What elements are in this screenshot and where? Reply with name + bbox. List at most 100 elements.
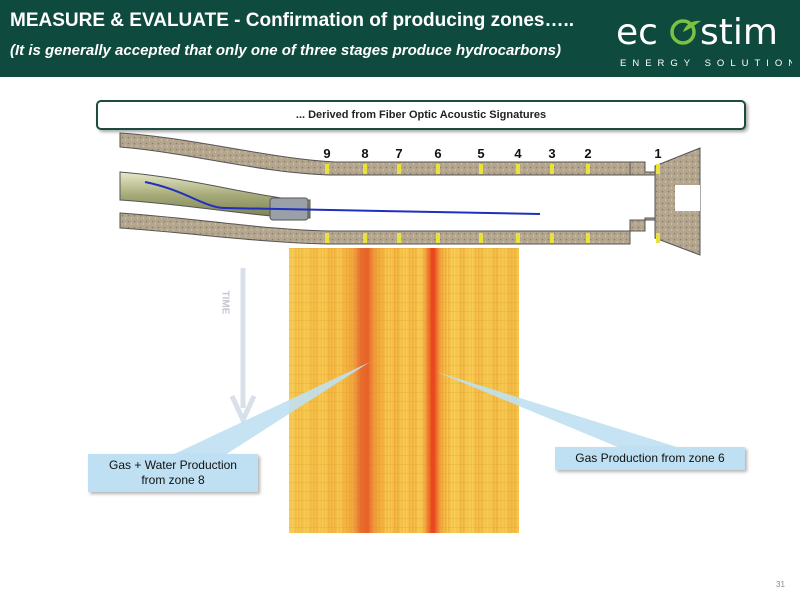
heatmap-band bbox=[289, 500, 519, 501]
zone-number-6: 6 bbox=[434, 146, 442, 161]
heatmap-band bbox=[289, 392, 519, 393]
heatmap-stripe bbox=[448, 248, 450, 533]
heatmap-stripe bbox=[310, 248, 312, 533]
heatmap-stripe bbox=[331, 248, 333, 533]
zone-number-3: 3 bbox=[548, 146, 556, 161]
zone-number-9: 9 bbox=[323, 146, 331, 161]
heatmap-band bbox=[289, 284, 519, 285]
heatmap-stripe bbox=[466, 248, 468, 533]
heatmap-stripe bbox=[298, 248, 300, 533]
heatmap-stripe bbox=[340, 248, 342, 533]
zone-marker-1-top bbox=[656, 164, 660, 174]
heatmap-stripe bbox=[499, 248, 501, 533]
heatmap-stripe bbox=[322, 248, 324, 533]
heatmap-stripe bbox=[319, 248, 321, 533]
heatmap-band bbox=[289, 257, 519, 258]
time-arrow-icon bbox=[229, 268, 257, 427]
heatmap-stripe bbox=[412, 248, 414, 533]
heatmap-stripe bbox=[415, 248, 417, 533]
zone-marker-6-bottom bbox=[436, 233, 440, 243]
zone-marker-8-bottom bbox=[363, 233, 367, 243]
zone-marker-4-top bbox=[516, 164, 520, 174]
heatmap-band bbox=[289, 311, 519, 312]
banner-box: ... Derived from Fiber Optic Acoustic Si… bbox=[96, 100, 746, 130]
heatmap-stripe bbox=[457, 248, 459, 533]
heatmap-band bbox=[289, 446, 519, 447]
heatmap-stripe bbox=[385, 248, 387, 533]
heatmap-band bbox=[289, 437, 519, 438]
heatmap-stripe bbox=[517, 248, 519, 533]
heatmap-stripe bbox=[484, 248, 486, 533]
heatmap-stripe bbox=[505, 248, 507, 533]
heatmap-stripe bbox=[295, 248, 297, 533]
heatmap-band bbox=[289, 401, 519, 402]
time-label: TIME bbox=[219, 290, 231, 315]
svg-text:ec: ec bbox=[616, 12, 658, 53]
heatmap-stripe bbox=[454, 248, 456, 533]
heatmap-stripe bbox=[475, 248, 477, 533]
heatmap-band bbox=[289, 266, 519, 267]
heatmap-stripe bbox=[301, 248, 303, 533]
heatmap-stripe bbox=[391, 248, 393, 533]
heatmap-stripe bbox=[307, 248, 309, 533]
callout-zone-8-line1: Gas + Water Production bbox=[109, 458, 237, 472]
heatmap-stripe bbox=[508, 248, 510, 533]
header-bar: MEASURE & EVALUATE - Confirmation of pro… bbox=[0, 0, 800, 77]
ecostim-logo: ec stim ENERGY SOLUTIONS bbox=[612, 8, 792, 72]
heatmap-stripe bbox=[403, 248, 405, 533]
wellhead-bore bbox=[675, 185, 700, 211]
zone-number-4: 4 bbox=[514, 146, 522, 161]
heatmap-stripe bbox=[406, 248, 408, 533]
heatmap-stripe bbox=[493, 248, 495, 533]
heatmap-stripe bbox=[325, 248, 327, 533]
slide-title: MEASURE & EVALUATE - Confirmation of pro… bbox=[10, 10, 575, 31]
zone-number-5: 5 bbox=[477, 146, 485, 161]
callout-zone-8: Gas + Water Production from zone 8 bbox=[88, 454, 258, 492]
heatmap-stripe bbox=[292, 248, 294, 533]
heatmap-band bbox=[289, 320, 519, 321]
heatmap-band bbox=[289, 509, 519, 510]
heatmap-band bbox=[289, 365, 519, 366]
zone-marker-4-bottom bbox=[516, 233, 520, 243]
zone-marker-8-top bbox=[363, 164, 367, 174]
heatmap-stripe bbox=[289, 248, 291, 533]
heatmap-stripe bbox=[487, 248, 489, 533]
heatmap-stripe bbox=[316, 248, 318, 533]
page-number: 31 bbox=[776, 580, 785, 589]
heatmap-stripe bbox=[481, 248, 483, 533]
heatmap-stripe bbox=[334, 248, 336, 533]
heatmap-band bbox=[289, 347, 519, 348]
logo-graphic: ec stim ENERGY SOLUTIONS bbox=[616, 12, 792, 69]
zone-marker-9-bottom bbox=[325, 233, 329, 243]
callout-zone-6: Gas Production from zone 6 bbox=[555, 447, 745, 470]
heatmap-band bbox=[289, 455, 519, 456]
heatmap-band bbox=[289, 464, 519, 465]
heatmap-band bbox=[289, 293, 519, 294]
banner-text: ... Derived from Fiber Optic Acoustic Si… bbox=[295, 109, 547, 121]
zone-marker-3-bottom bbox=[550, 233, 554, 243]
heatmap-stripe bbox=[472, 248, 474, 533]
heatmap-band bbox=[289, 329, 519, 330]
heatmap-stripe bbox=[409, 248, 411, 533]
heatmap-stripe bbox=[400, 248, 402, 533]
heatmap-stripe bbox=[304, 248, 306, 533]
zone-marker-3-top bbox=[550, 164, 554, 174]
wellbore-diagram bbox=[119, 132, 701, 256]
heatmap-stripe bbox=[451, 248, 453, 533]
heatmap-band bbox=[289, 383, 519, 384]
zone-number-2: 2 bbox=[584, 146, 592, 161]
heatmap-stripe bbox=[394, 248, 396, 533]
heatmap-band bbox=[289, 248, 519, 249]
zone-marker-5-bottom bbox=[479, 233, 483, 243]
slide-subtitle: (It is generally accepted that only one … bbox=[10, 42, 561, 59]
heatmap-band bbox=[289, 518, 519, 519]
svg-text:stim: stim bbox=[700, 12, 778, 53]
heatmap-band bbox=[289, 428, 519, 429]
zone-marker-2-top bbox=[586, 164, 590, 174]
zone-marker-5-top bbox=[479, 164, 483, 174]
heatmap-texture bbox=[289, 248, 519, 533]
heatmap-stripe bbox=[397, 248, 399, 533]
zone-number-7: 7 bbox=[395, 146, 403, 161]
zone-marker-1-bottom bbox=[656, 233, 660, 243]
heatmap-band bbox=[289, 410, 519, 411]
